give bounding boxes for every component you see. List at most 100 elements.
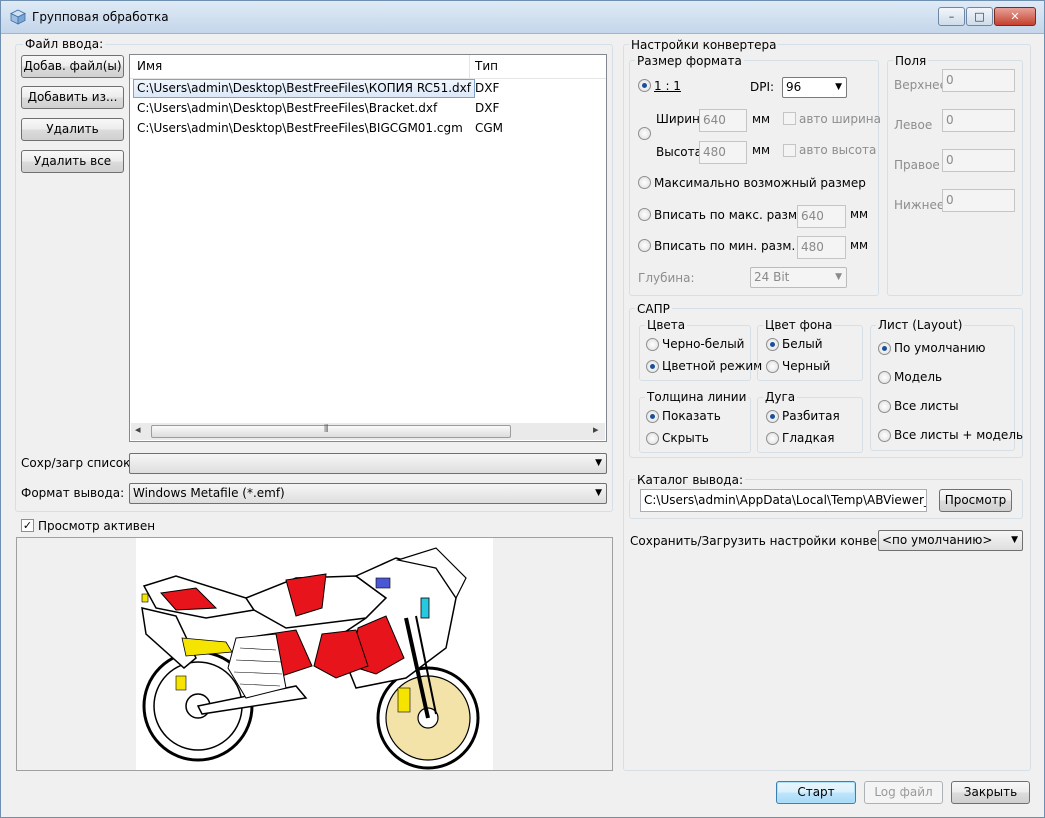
remove-button[interactable]: Удалить xyxy=(21,118,124,141)
preview-active-checkbox[interactable]: ✓ xyxy=(21,519,34,532)
width-mm-label: мм xyxy=(752,112,771,126)
margin-left-input[interactable]: 0 xyxy=(942,109,1015,132)
fit-min-radio[interactable] xyxy=(638,239,651,252)
bg-white-radio[interactable] xyxy=(766,338,779,351)
output-format-combo[interactable]: Windows Metafile (*.emf) ▼ xyxy=(129,483,607,504)
layout-default-radio[interactable] xyxy=(878,342,891,355)
scroll-right-arrow-icon[interactable]: ▸ xyxy=(593,423,599,436)
margin-bottom-input[interactable]: 0 xyxy=(942,189,1015,212)
layout-all-label[interactable]: Все листы xyxy=(894,399,959,413)
margin-right-value: 0 xyxy=(946,153,954,167)
layout-default-label[interactable]: По умолчанию xyxy=(894,341,986,355)
arc-smooth-radio[interactable] xyxy=(766,432,779,445)
custom-size-radio[interactable] xyxy=(638,127,651,140)
layout-all-model-label[interactable]: Все листы + модель xyxy=(894,428,1023,442)
file-name: C:\Users\admin\Desktop\BestFreeFiles\Bra… xyxy=(137,101,438,115)
arc-title: Дуга xyxy=(763,390,798,404)
file-list-header: Имя Тип xyxy=(130,55,606,79)
auto-height-checkbox[interactable] xyxy=(783,144,796,157)
bw-radio[interactable] xyxy=(646,338,659,351)
chevron-down-icon: ▼ xyxy=(835,272,842,282)
depth-combo[interactable]: 24 Bit ▼ xyxy=(750,267,847,288)
column-name[interactable]: Имя xyxy=(137,59,162,73)
arc-split-radio[interactable] xyxy=(766,410,779,423)
minimize-button[interactable]: – xyxy=(938,7,965,26)
margins-group xyxy=(887,60,1023,296)
fit-max-radio[interactable] xyxy=(638,208,651,221)
scale-1-1-label[interactable]: 1 : 1 xyxy=(654,79,681,93)
height-input[interactable]: 480 xyxy=(699,141,747,164)
title-bar[interactable]: Групповая обработка – □ ✕ xyxy=(1,1,1044,34)
dpi-combo[interactable]: 96 ▼ xyxy=(782,77,847,98)
preview-active-label[interactable]: Просмотр активен xyxy=(38,519,155,533)
auto-height-label[interactable]: авто высота xyxy=(799,143,876,157)
color-mode-radio[interactable] xyxy=(646,360,659,373)
save-load-list-combo[interactable]: ▼ xyxy=(129,453,607,474)
maximize-button[interactable]: □ xyxy=(966,7,993,26)
output-dir-title: Каталог вывода: xyxy=(635,473,746,487)
file-row[interactable]: C:\Users\admin\Desktop\BestFreeFiles\КОП… xyxy=(130,79,606,99)
bw-label[interactable]: Черно-белый xyxy=(662,337,744,351)
add-from-button[interactable]: Добавить из... xyxy=(21,86,124,109)
line-weight-show-radio[interactable] xyxy=(646,410,659,423)
browse-button[interactable]: Просмотр xyxy=(939,489,1012,512)
file-name: C:\Users\admin\Desktop\BestFreeFiles\BIG… xyxy=(137,121,463,135)
line-weight-show-label[interactable]: Показать xyxy=(662,409,721,423)
file-type: DXF xyxy=(475,101,500,115)
margin-left-label: Левое xyxy=(894,118,933,132)
layout-model-radio[interactable] xyxy=(878,371,891,384)
remove-all-button[interactable]: Удалить все xyxy=(21,150,124,173)
layout-all-model-radio[interactable] xyxy=(878,429,891,442)
margin-right-input[interactable]: 0 xyxy=(942,149,1015,172)
margins-title: Поля xyxy=(893,54,929,68)
scroll-left-arrow-icon[interactable]: ◂ xyxy=(135,423,141,436)
max-size-label[interactable]: Максимально возможный размер xyxy=(654,176,866,190)
batch-window: Групповая обработка – □ ✕ Файл ввода: До… xyxy=(0,0,1045,818)
arc-split-label[interactable]: Разбитая xyxy=(782,409,840,423)
chevron-down-icon: ▼ xyxy=(595,488,602,498)
size-format-title: Размер формата xyxy=(635,54,744,68)
column-type[interactable]: Тип xyxy=(475,59,498,73)
scroll-thumb[interactable]: ⦀ xyxy=(151,424,511,438)
save-settings-combo[interactable]: <по умолчанию> ▼ xyxy=(878,530,1023,551)
fit-min-label[interactable]: Вписать по мин. разм. xyxy=(654,239,795,253)
chevron-down-icon: ▼ xyxy=(835,82,842,92)
height-value: 480 xyxy=(703,145,726,159)
close-button[interactable]: Закрыть xyxy=(951,781,1030,804)
bg-white-label[interactable]: Белый xyxy=(782,337,823,351)
scroll-grip-icon: ⦀ xyxy=(324,424,329,435)
log-file-button[interactable]: Log файл xyxy=(864,781,943,804)
margin-left-value: 0 xyxy=(946,113,954,127)
fit-min-mm-label: мм xyxy=(850,238,869,252)
line-weight-hide-label[interactable]: Скрыть xyxy=(662,431,709,445)
margin-right-label: Правое xyxy=(894,158,940,172)
line-weight-hide-radio[interactable] xyxy=(646,432,659,445)
layout-all-radio[interactable] xyxy=(878,400,891,413)
fit-min-input[interactable]: 480 xyxy=(797,236,846,259)
layout-title: Лист (Layout) xyxy=(876,318,965,332)
color-mode-label[interactable]: Цветной режим xyxy=(662,359,762,373)
file-row[interactable]: C:\Users\admin\Desktop\BestFreeFiles\BIG… xyxy=(130,119,606,139)
horizontal-scrollbar[interactable]: ◂ ⦀ ▸ xyxy=(131,423,605,440)
output-dir-input[interactable]: C:\Users\admin\AppData\Local\Temp\ABView… xyxy=(640,489,927,512)
bg-black-label[interactable]: Черный xyxy=(782,359,830,373)
width-input[interactable]: 640 xyxy=(699,109,747,132)
add-files-button[interactable]: Добав. файл(ы) xyxy=(21,55,124,78)
max-size-radio[interactable] xyxy=(638,176,651,189)
fit-max-input[interactable]: 640 xyxy=(797,205,846,228)
bg-black-radio[interactable] xyxy=(766,360,779,373)
scale-1-1-radio[interactable] xyxy=(638,79,651,92)
column-separator[interactable] xyxy=(469,55,470,79)
layout-model-label[interactable]: Модель xyxy=(894,370,942,384)
dpi-value: 96 xyxy=(786,80,802,94)
auto-width-label[interactable]: авто ширина xyxy=(799,112,881,126)
close-window-button[interactable]: ✕ xyxy=(994,7,1036,26)
file-row[interactable]: C:\Users\admin\Desktop\BestFreeFiles\Bra… xyxy=(130,99,606,119)
margin-top-input[interactable]: 0 xyxy=(942,69,1015,92)
file-list[interactable]: Имя Тип C:\Users\admin\Desktop\BestFreeF… xyxy=(129,54,607,442)
start-button[interactable]: Старт xyxy=(776,781,856,804)
arc-smooth-label[interactable]: Гладкая xyxy=(782,431,834,445)
depth-label: Глубина: xyxy=(638,271,695,285)
auto-width-checkbox[interactable] xyxy=(783,112,796,125)
fit-max-label[interactable]: Вписать по макс. разм. xyxy=(654,208,801,222)
